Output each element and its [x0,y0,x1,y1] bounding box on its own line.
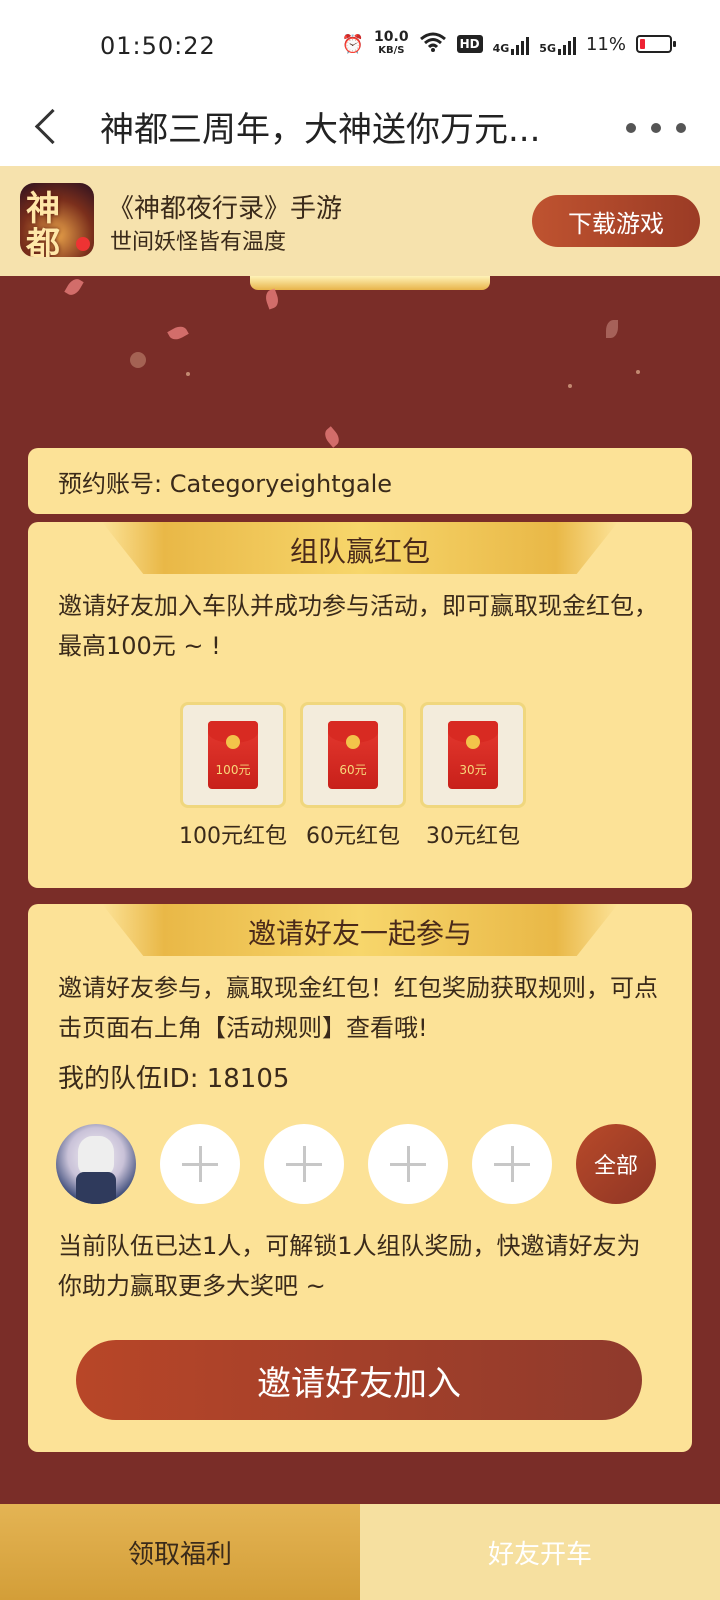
red-envelope-tile: 30元 [420,702,526,808]
invite-card: 邀请好友一起参与 邀请好友参与，赢取现金红包！红包奖励获取规则，可点击页面右上角… [28,904,692,1452]
red-envelope-icon: 60元 [328,721,378,789]
red-envelope-icon: 30元 [448,721,498,789]
add-member-button[interactable] [368,1124,448,1204]
game-banner: 神都 《神都夜行录》手游 世间妖怪皆有温度 下载游戏 [0,166,720,276]
account-card: 预约账号: Categoryeightgale [28,448,692,514]
petal-decoration [321,426,343,448]
petal-decoration [64,276,84,298]
more-dot-icon [651,123,661,133]
invite-title: 邀请好友一起参与 [247,917,472,950]
add-member-button[interactable] [160,1124,240,1204]
reward-item[interactable]: 100元 100元红包 [179,702,287,850]
reward-label: 60元红包 [306,824,400,849]
invite-description: 邀请好友参与，赢取现金红包！红包奖励获取规则，可点击页面右上角【活动规则】查看哦… [58,974,658,1042]
back-button[interactable] [26,102,76,152]
red-envelope-tile: 100元 [180,702,286,808]
petal-decoration [167,323,189,343]
sparkle-decoration [636,370,640,374]
gold-decoration [250,276,490,290]
red-envelope-amount: 30元 [459,763,487,777]
page-title: 神都三周年，大神送你万元... [100,110,541,150]
hd-icon: HD [456,35,483,53]
alarm-icon: ⏰ [341,33,365,55]
team-reward-title: 组队赢红包 [289,535,430,568]
reward-label: 100元红包 [179,824,287,849]
signal-5g-label: 5G [539,42,556,55]
team-reward-description: 邀请好友加入车队并成功参与活动，即可赢取现金红包，最高100元 ~ ! [58,592,658,660]
reward-list: 100元 100元红包 60元 60元红包 30元 30元红包 [179,702,526,850]
member-avatar[interactable] [56,1124,136,1204]
petal-decoration [263,288,281,310]
team-reward-card: 组队赢红包 邀请好友加入车队并成功参与活动，即可赢取现金红包，最高100元 ~ … [28,522,692,888]
team-progress-text: 当前队伍已达1人，可解锁1人组队奖励，快邀请好友为你助力赢取更多大奖吧 ~ [58,1232,641,1300]
add-member-button[interactable] [472,1124,552,1204]
red-envelope-amount: 100元 [215,763,251,777]
more-options-button[interactable] [618,114,694,142]
game-slogan: 世间妖怪皆有温度 [110,230,287,255]
title-bar: 神都三周年，大神送你万元... [0,92,720,166]
reward-item[interactable]: 60元 60元红包 [300,702,406,850]
net-speed-unit: KB/S [378,45,405,56]
red-envelope-amount: 60元 [339,763,367,777]
add-member-button[interactable] [264,1124,344,1204]
status-bar: 01:50:22 ⏰ 10.0 KB/S HD 4G 5G 11% [0,0,720,92]
game-app-icon[interactable]: 神都 [20,183,94,257]
download-game-button[interactable]: 下载游戏 [532,195,700,247]
signal-4g-label: 4G [492,42,510,55]
petal-decoration [606,320,618,338]
signal-4g-icon: 4G [493,33,530,55]
net-speed: 10.0 KB/S [374,30,409,58]
red-envelope-icon: 100元 [208,721,258,789]
tab-friends-carpool[interactable]: 好友开车 [360,1504,720,1600]
invite-friends-button[interactable]: 邀请好友加入 [76,1340,642,1420]
activity-main: 预约账号: Categoryeightgale 组队赢红包 邀请好友加入车队并成… [0,276,720,1504]
reserved-account: 预约账号: Categoryeightgale [58,470,393,498]
reward-item[interactable]: 30元 30元红包 [420,702,526,850]
reward-label: 30元红包 [426,824,520,849]
tab-claim-welfare[interactable]: 领取福利 [0,1504,360,1600]
game-icon-text: 神都 [26,189,60,257]
team-member-slots: 全部 [56,1124,656,1204]
netease-badge-icon [76,237,90,251]
more-dot-icon [626,123,636,133]
wifi-icon [419,31,447,58]
battery-percent: 11% [585,33,626,55]
game-name: 《神都夜行录》手游 [108,194,343,224]
team-id: 我的队伍ID: 18105 [58,1064,290,1094]
red-envelope-tile: 60元 [300,702,406,808]
more-dot-icon [676,123,686,133]
sparkle-decoration [186,372,190,376]
view-all-members-button[interactable]: 全部 [576,1124,656,1204]
sparkle-decoration [568,384,572,388]
bottom-tab-bar: 领取福利 好友开车 [0,1504,720,1600]
sparkle-decoration [130,352,146,368]
status-icons: ⏰ 10.0 KB/S HD 4G 5G 11% [341,30,676,58]
battery-icon [636,35,676,53]
net-speed-value: 10.0 [374,29,409,45]
signal-5g-icon: 5G [539,33,576,55]
status-time: 01:50:22 [100,32,216,60]
